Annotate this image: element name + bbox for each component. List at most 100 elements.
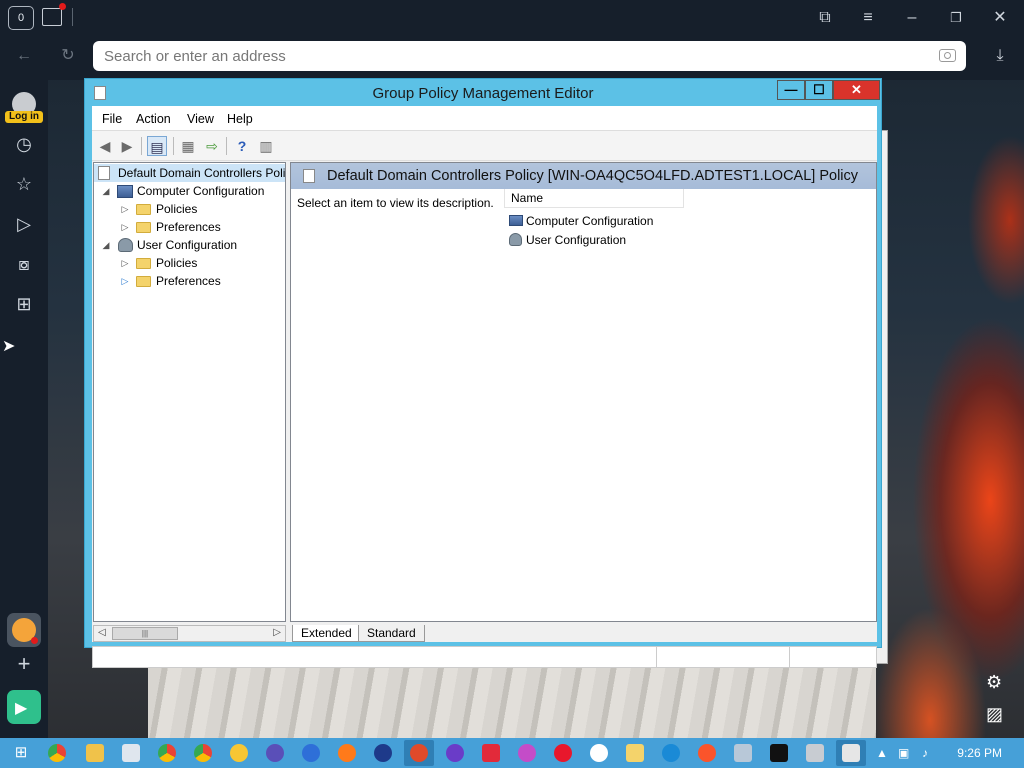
tree-root-label: Default Domain Controllers Policy [WIN-O… — [118, 166, 286, 180]
tray-expand-icon[interactable]: ▲ — [876, 746, 888, 760]
collapse-arrow-icon[interactable]: ◢ — [101, 182, 111, 200]
help-icon[interactable]: ? — [232, 136, 252, 156]
edge-icon[interactable] — [662, 744, 680, 762]
opera-icon[interactable] — [554, 744, 572, 762]
tab-extended[interactable]: Extended — [292, 625, 361, 642]
notepad-icon[interactable] — [122, 744, 140, 762]
scroll-thumb[interactable]: ||| — [112, 627, 178, 640]
app-shortcut-icon[interactable] — [7, 613, 41, 647]
toolbar: ◀ ▶ ▤ ▦ ⇨ ? ▥ — [92, 131, 877, 161]
new-tab-icon[interactable] — [42, 3, 66, 26]
window-titlebar[interactable]: Group Policy Management Editor — ☐ ✕ — [85, 79, 881, 107]
settings-gear-icon[interactable]: ⚙ — [986, 672, 1002, 693]
status-bar — [92, 646, 877, 668]
network-icon[interactable]: ▣ — [898, 746, 909, 760]
browser-icon[interactable] — [230, 744, 248, 762]
menu-file[interactable]: File — [102, 112, 122, 126]
user-icon — [509, 233, 522, 246]
tree-pane: Default Domain Controllers Policy [WIN-O… — [93, 162, 286, 622]
expand-arrow-icon[interactable]: ▷ — [120, 200, 130, 218]
window-close-button[interactable]: ✕ — [833, 80, 880, 100]
tree-item-computer-config[interactable]: ◢ Computer Configuration — [94, 182, 285, 200]
forward-icon[interactable]: ▶ — [117, 136, 137, 156]
address-bar[interactable] — [93, 41, 966, 71]
browser-icon[interactable] — [266, 744, 284, 762]
expand-arrow-icon[interactable]: ▷ — [120, 218, 130, 236]
messenger-app-icon[interactable]: ▶ — [7, 690, 41, 724]
wallpaper-icon[interactable]: ▨ — [986, 704, 1003, 725]
camera-icon[interactable] — [939, 49, 956, 62]
properties-icon[interactable]: ▦ — [178, 136, 198, 156]
video-icon[interactable]: ▷ — [12, 212, 36, 236]
tor-browser-icon[interactable] — [446, 744, 464, 762]
list-item[interactable]: User Configuration — [509, 231, 626, 249]
command-prompt-icon[interactable] — [770, 744, 788, 762]
column-header-name[interactable]: Name — [504, 189, 684, 208]
files-icon[interactable] — [626, 744, 644, 762]
export-list-icon[interactable]: ⇨ — [202, 136, 222, 156]
tab-standard[interactable]: Standard — [358, 625, 425, 642]
chrome-icon[interactable] — [48, 744, 66, 762]
collapse-arrow-icon[interactable]: ◢ — [101, 236, 111, 254]
tab-count-button[interactable]: 0 — [8, 6, 34, 30]
bookmarks-icon[interactable]: ⧉ — [815, 8, 835, 28]
scroll-right-icon[interactable]: ▷ — [273, 627, 281, 638]
file-explorer-icon[interactable] — [86, 744, 104, 762]
gp-management-icon[interactable] — [806, 744, 824, 762]
server-manager-icon[interactable] — [734, 744, 752, 762]
favorites-icon[interactable]: ☆ — [12, 172, 36, 196]
minimize-icon[interactable]: – — [902, 8, 922, 28]
browser-icon[interactable] — [374, 744, 392, 762]
browser-sidebar: Log in ◷ ☆ ▷ ⧇ ⊞ + ▶ — [0, 80, 48, 740]
history-icon[interactable]: ◷ — [12, 132, 36, 156]
start-button-icon[interactable]: ⊞ — [12, 744, 30, 762]
tree-item-computer-policies[interactable]: ▷ Policies — [94, 200, 285, 218]
tree-item-computer-preferences[interactable]: ▷ Preferences — [94, 218, 285, 236]
scroll-left-icon[interactable]: ◁ — [98, 627, 106, 638]
gpme-window: Group Policy Management Editor — ☐ ✕ Fil… — [84, 78, 882, 668]
screenshot-icon[interactable]: ⧇ — [12, 252, 36, 276]
menu-icon[interactable]: ≡ — [858, 8, 878, 28]
toolbar-separator — [226, 137, 227, 155]
add-shortcut-icon[interactable]: + — [12, 652, 36, 676]
tree-root-item[interactable]: Default Domain Controllers Policy [WIN-O… — [94, 164, 286, 182]
window-minimize-button[interactable]: — — [777, 80, 805, 100]
close-icon[interactable]: ✕ — [990, 8, 1010, 28]
window-maximize-button[interactable]: ☐ — [805, 80, 833, 100]
browser-top-bar: 0 ⧉ ≡ – ❐ ✕ ← ↻ ⤓ — [0, 0, 1024, 80]
gp-editor-icon[interactable] — [842, 744, 860, 762]
tree-item-user-policies[interactable]: ▷ Policies — [94, 254, 285, 272]
list-item-label: User Configuration — [526, 233, 627, 247]
download-icon[interactable]: ⤓ — [990, 46, 1010, 66]
login-badge[interactable]: Log in — [5, 111, 43, 123]
volume-muted-icon[interactable]: ♪ — [922, 746, 928, 760]
menu-help[interactable]: Help — [227, 112, 253, 126]
chrome-icon[interactable] — [194, 744, 212, 762]
address-input[interactable] — [93, 41, 893, 71]
show-tree-icon[interactable]: ▤ — [147, 136, 167, 156]
vivaldi-icon[interactable] — [482, 744, 500, 762]
restore-icon[interactable]: ❐ — [946, 8, 966, 28]
tree-horizontal-scrollbar[interactable]: ◁ ||| ▷ — [93, 625, 286, 642]
expand-arrow-icon[interactable]: ▷ — [120, 254, 130, 272]
browser-icon[interactable] — [410, 744, 428, 762]
firefox-icon[interactable] — [338, 744, 356, 762]
taskbar-clock[interactable]: 9:26 PM — [957, 746, 1002, 760]
apps-grid-icon[interactable]: ⊞ — [12, 292, 36, 316]
menu-action[interactable]: Action — [136, 112, 171, 126]
folder-icon — [136, 222, 151, 233]
chrome-icon[interactable] — [158, 744, 176, 762]
expand-arrow-icon[interactable]: ▷ — [120, 272, 130, 290]
brave-icon[interactable] — [698, 744, 716, 762]
back-arrow-icon[interactable]: ← — [14, 46, 34, 66]
yandex-icon[interactable] — [590, 744, 608, 762]
list-item[interactable]: Computer Configuration — [509, 212, 653, 230]
reload-icon[interactable]: ↻ — [58, 46, 78, 66]
tree-item-user-preferences[interactable]: ▷ Preferences — [94, 272, 285, 290]
action-pane-icon[interactable]: ▥ — [256, 136, 276, 156]
browser-icon[interactable] — [518, 744, 536, 762]
menu-view[interactable]: View — [187, 112, 214, 126]
tree-item-user-config[interactable]: ◢ User Configuration — [94, 236, 285, 254]
back-icon[interactable]: ◀ — [95, 136, 115, 156]
firefox-icon[interactable] — [302, 744, 320, 762]
